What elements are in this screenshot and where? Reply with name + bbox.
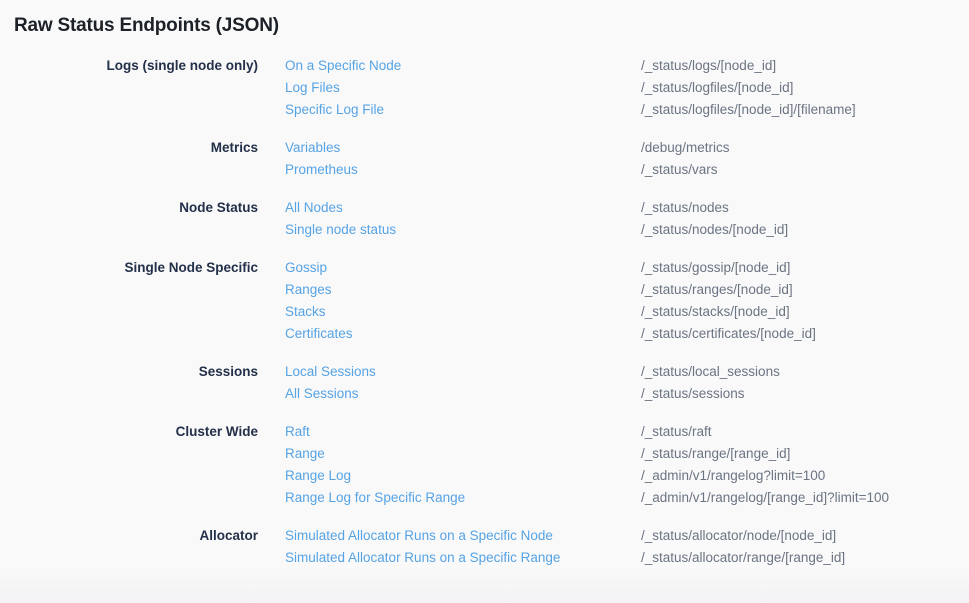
endpoint-link[interactable]: Local Sessions: [285, 361, 641, 383]
endpoint-row: Raft/_status/raft: [258, 421, 969, 443]
endpoint-group: Logs (single node only)On a Specific Nod…: [0, 55, 969, 121]
endpoint-row: Log Files/_status/logfiles/[node_id]: [258, 77, 969, 99]
endpoint-row: Gossip/_status/gossip/[node_id]: [258, 257, 969, 279]
endpoint-rows: Gossip/_status/gossip/[node_id]Ranges/_s…: [258, 257, 969, 345]
endpoint-category: Logs (single node only): [0, 55, 258, 77]
endpoint-rows: On a Specific Node/_status/logs/[node_id…: [258, 55, 969, 121]
endpoint-path: /_status/gossip/[node_id]: [641, 257, 790, 279]
endpoint-path: /_status/nodes/[node_id]: [641, 219, 788, 241]
endpoint-link[interactable]: Ranges: [285, 279, 641, 301]
endpoint-link[interactable]: Log Files: [285, 77, 641, 99]
endpoint-row: All Nodes/_status/nodes: [258, 197, 969, 219]
endpoint-link[interactable]: All Sessions: [285, 383, 641, 405]
endpoint-link[interactable]: Stacks: [285, 301, 641, 323]
endpoint-path: /_status/allocator/node/[node_id]: [641, 525, 836, 547]
endpoint-group: SessionsLocal Sessions/_status/local_ses…: [0, 361, 969, 405]
endpoint-path: /_status/local_sessions: [641, 361, 780, 383]
endpoint-path: /_status/raft: [641, 421, 712, 443]
endpoint-path: /_status/nodes: [641, 197, 729, 219]
endpoint-link[interactable]: Simulated Allocator Runs on a Specific R…: [285, 547, 641, 569]
endpoint-row: Range Log for Specific Range/_admin/v1/r…: [258, 487, 969, 509]
endpoint-category: Sessions: [0, 361, 258, 383]
endpoint-link[interactable]: All Nodes: [285, 197, 641, 219]
endpoint-link[interactable]: Simulated Allocator Runs on a Specific N…: [285, 525, 641, 547]
endpoint-group: Cluster WideRaft/_status/raftRange/_stat…: [0, 421, 969, 509]
endpoint-link[interactable]: Gossip: [285, 257, 641, 279]
endpoint-link[interactable]: Single node status: [285, 219, 641, 241]
endpoint-path: /_status/logs/[node_id]: [641, 55, 776, 77]
endpoint-link[interactable]: Raft: [285, 421, 641, 443]
endpoint-path: /_admin/v1/rangelog?limit=100: [641, 465, 825, 487]
endpoint-category: Allocator: [0, 525, 258, 547]
endpoint-path: /_status/certificates/[node_id]: [641, 323, 816, 345]
endpoint-row: Specific Log File/_status/logfiles/[node…: [258, 99, 969, 121]
endpoint-rows: All Nodes/_status/nodesSingle node statu…: [258, 197, 969, 241]
endpoint-link[interactable]: Range Log: [285, 465, 641, 487]
endpoint-rows: Variables/debug/metricsPrometheus/_statu…: [258, 137, 969, 181]
endpoint-group: Allocator Simulated Allocator Runs on a S…: [0, 525, 969, 569]
endpoint-row: Simulated Allocator Runs on a Specific N…: [258, 525, 969, 547]
endpoint-path: /_status/ranges/[node_id]: [641, 279, 793, 301]
endpoints-table: Logs (single node only)On a Specific Nod…: [0, 55, 969, 569]
endpoint-row: Certificates/_status/certificates/[node_…: [258, 323, 969, 345]
endpoint-link[interactable]: Specific Log File: [285, 99, 641, 121]
endpoint-row: Range/_status/range/[range_id]: [258, 443, 969, 465]
endpoint-row: Ranges/_status/ranges/[node_id]: [258, 279, 969, 301]
endpoint-category: Metrics: [0, 137, 258, 159]
endpoint-category: Single Node Specific: [0, 257, 258, 279]
endpoint-path: /_status/logfiles/[node_id]: [641, 77, 793, 99]
endpoint-path: /debug/metrics: [641, 137, 730, 159]
endpoint-row: Stacks/_status/stacks/[node_id]: [258, 301, 969, 323]
endpoint-rows: Local Sessions/_status/local_sessionsAll…: [258, 361, 969, 405]
endpoint-path: /_status/vars: [641, 159, 718, 181]
endpoint-row: Single node status/_status/nodes/[node_i…: [258, 219, 969, 241]
endpoint-row: Variables/debug/metrics: [258, 137, 969, 159]
endpoint-row: Local Sessions/_status/local_sessions: [258, 361, 969, 383]
endpoint-group: Node StatusAll Nodes/_status/nodesSingle…: [0, 197, 969, 241]
endpoint-path: /_status/stacks/[node_id]: [641, 301, 790, 323]
page-title: Raw Status Endpoints (JSON): [0, 0, 969, 39]
endpoint-path: /_status/logfiles/[node_id]/[filename]: [641, 99, 856, 121]
endpoint-path: /_status/sessions: [641, 383, 745, 405]
endpoint-link[interactable]: Variables: [285, 137, 641, 159]
endpoint-link[interactable]: On a Specific Node: [285, 55, 641, 77]
endpoint-category: Node Status: [0, 197, 258, 219]
endpoint-link[interactable]: Range: [285, 443, 641, 465]
endpoint-link[interactable]: Range Log for Specific Range: [285, 487, 641, 509]
endpoint-link[interactable]: Prometheus: [285, 159, 641, 181]
endpoint-row: Prometheus/_status/vars: [258, 159, 969, 181]
endpoint-link[interactable]: Certificates: [285, 323, 641, 345]
endpoint-category: Cluster Wide: [0, 421, 258, 443]
endpoint-row: Simulated Allocator Runs on a Specific R…: [258, 547, 969, 569]
endpoint-path: /_status/range/[range_id]: [641, 443, 790, 465]
endpoint-row: All Sessions/_status/sessions: [258, 383, 969, 405]
endpoint-row: On a Specific Node/_status/logs/[node_id…: [258, 55, 969, 77]
endpoint-rows: Simulated Allocator Runs on a Specific N…: [258, 525, 969, 569]
endpoint-row: Range Log/_admin/v1/rangelog?limit=100: [258, 465, 969, 487]
endpoint-group: MetricsVariables/debug/metricsPrometheus…: [0, 137, 969, 181]
endpoint-group: Single Node SpecificGossip/_status/gossi…: [0, 257, 969, 345]
endpoint-rows: Raft/_status/raftRange/_status/range/[ra…: [258, 421, 969, 509]
endpoint-path: /_status/allocator/range/[range_id]: [641, 547, 845, 569]
endpoint-path: /_admin/v1/rangelog/[range_id]?limit=100: [641, 487, 889, 509]
